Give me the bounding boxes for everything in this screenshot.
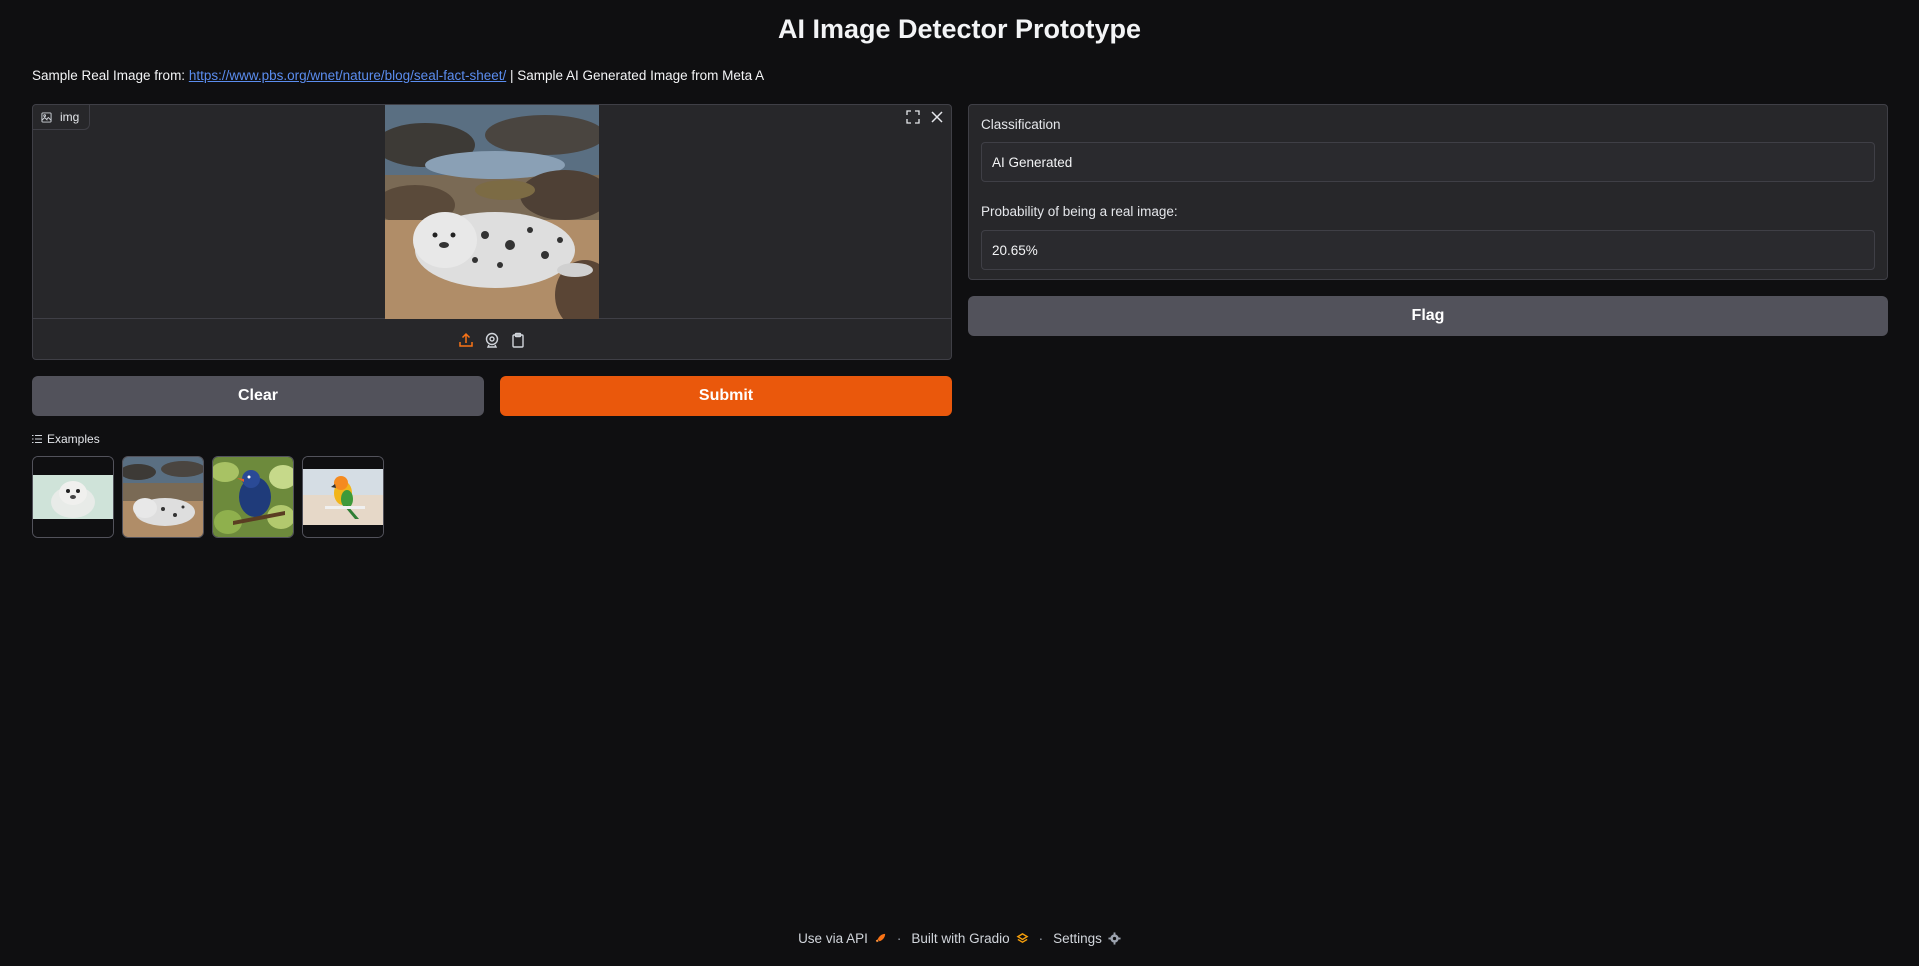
upload-button[interactable] xyxy=(458,332,474,348)
built-with-gradio-link[interactable]: Built with Gradio xyxy=(911,931,1029,946)
submit-button[interactable]: Submit xyxy=(500,376,952,416)
webcam-icon xyxy=(485,332,499,348)
classification-label: Classification xyxy=(981,117,1061,132)
image-input-label-text: img xyxy=(60,110,80,124)
fullscreen-button[interactable] xyxy=(903,107,923,127)
probability-label: Probability of being a real image: xyxy=(981,204,1178,219)
description-prefix: Sample Real Image from: xyxy=(32,68,189,83)
example-item-seal-rocks[interactable] xyxy=(122,456,204,538)
image-corner-buttons xyxy=(903,107,947,127)
image-source-bar xyxy=(33,320,951,359)
image-icon xyxy=(41,111,52,123)
footer-separator: · xyxy=(1038,931,1044,946)
image-input-label: img xyxy=(33,105,91,130)
example-item-parrot[interactable] xyxy=(302,456,384,538)
seal-image xyxy=(385,105,599,319)
settings-link[interactable]: Settings xyxy=(1053,931,1121,946)
footer-separator: · xyxy=(896,931,902,946)
settings-text: Settings xyxy=(1053,931,1102,946)
clear-button[interactable]: Clear xyxy=(32,376,484,416)
description-suffix: | Sample AI Generated Image from Meta A xyxy=(506,68,765,83)
gradio-logo-icon xyxy=(1016,933,1029,944)
classification-output[interactable]: AI Generated xyxy=(981,142,1875,182)
example-image-4 xyxy=(303,457,383,537)
clipboard-button[interactable] xyxy=(510,332,526,348)
output-panel: Classification AI Generated Probability … xyxy=(968,104,1888,280)
use-via-api-text: Use via API xyxy=(798,931,868,946)
rocket-icon xyxy=(875,933,885,943)
image-input-panel[interactable]: img xyxy=(32,104,952,360)
description-text: Sample Real Image from: https://www.pbs.… xyxy=(32,68,764,83)
built-with-gradio-text: Built with Gradio xyxy=(911,931,1010,946)
example-item-blue-bird[interactable] xyxy=(212,456,294,538)
example-image-3 xyxy=(213,457,293,537)
page-title: AI Image Detector Prototype xyxy=(777,14,1142,44)
footer: Use via API · Built with Gradio · Settin… xyxy=(0,931,1919,946)
upload-icon xyxy=(459,332,473,347)
clipboard-icon xyxy=(512,332,524,348)
examples-header: Examples xyxy=(32,432,100,446)
use-via-api-link[interactable]: Use via API xyxy=(798,931,887,946)
fullscreen-icon xyxy=(906,110,920,124)
example-item-seal-pup[interactable] xyxy=(32,456,114,538)
examples-label: Examples xyxy=(47,432,100,446)
list-icon xyxy=(32,435,42,443)
close-icon xyxy=(931,111,943,123)
flag-button[interactable]: Flag xyxy=(968,296,1888,336)
webcam-button[interactable] xyxy=(484,332,500,348)
remove-image-button[interactable] xyxy=(927,107,947,127)
probability-output[interactable]: 20.65% xyxy=(981,230,1875,270)
image-preview xyxy=(33,105,951,319)
example-image-1 xyxy=(33,457,113,537)
gear-icon xyxy=(1108,932,1121,945)
example-image-2 xyxy=(123,457,203,537)
source-link[interactable]: https://www.pbs.org/wnet/nature/blog/sea… xyxy=(189,68,506,83)
